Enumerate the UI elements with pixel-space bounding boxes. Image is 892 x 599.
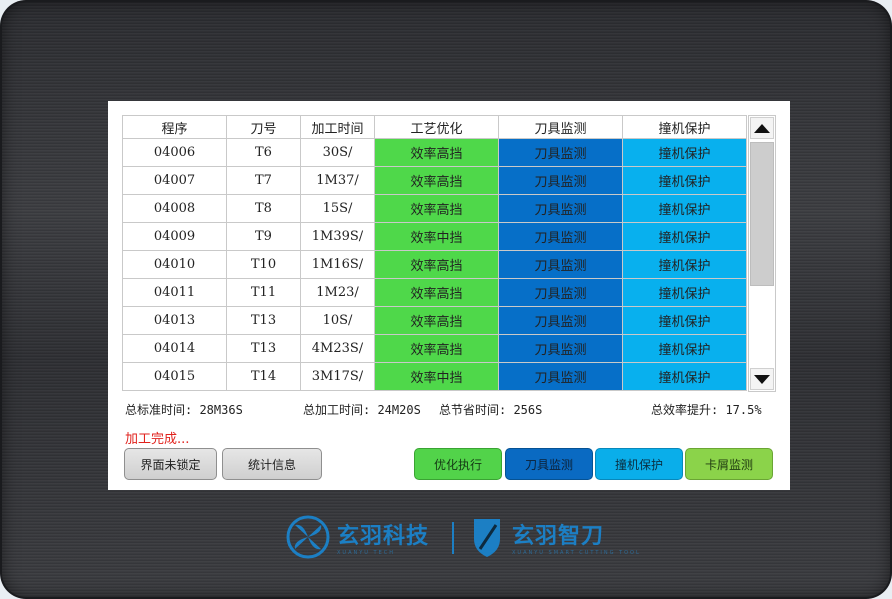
tool-cell: T8 (226, 194, 301, 223)
table-row[interactable]: 04011 T11 1M23/ 效率高挡 刀具监测 撞机保护 (122, 278, 747, 307)
stats-button[interactable]: 统计信息 (222, 448, 322, 480)
time-cell: 10S/ (300, 306, 375, 335)
feather-shield-icon (474, 519, 500, 557)
total-process-time: 总加工时间: 24M20S (303, 403, 421, 417)
table-row[interactable]: 04010 T10 1M16S/ 效率高挡 刀具监测 撞机保护 (122, 250, 747, 279)
optimization-cell[interactable]: 效率中挡 (374, 222, 499, 251)
program-cell: 04011 (122, 278, 227, 307)
header-tool: 刀号 (226, 115, 301, 139)
program-cell: 04015 (122, 362, 227, 391)
time-cell: 30S/ (300, 138, 375, 167)
time-cell: 1M16S/ (300, 250, 375, 279)
optimization-cell[interactable]: 效率高挡 (374, 166, 499, 195)
tool-monitor-cell[interactable]: 刀具监测 (498, 250, 623, 279)
table-scrollbar[interactable] (748, 115, 776, 392)
program-cell: 04014 (122, 334, 227, 363)
collision-cell[interactable]: 撞机保护 (622, 138, 747, 167)
logo-divider (452, 522, 454, 554)
status-text: 加工完成... (125, 432, 190, 447)
tool-cell: T9 (226, 222, 301, 251)
smart-tool-logo: 玄羽智刀 XUANYU SMART CUTTING TOOL (468, 515, 641, 559)
optimization-cell[interactable]: 效率高挡 (374, 250, 499, 279)
logo-right-text: 玄羽智刀 (512, 524, 605, 549)
tool-monitor-cell[interactable]: 刀具监测 (498, 222, 623, 251)
optimization-cell[interactable]: 效率高挡 (374, 306, 499, 335)
tool-monitor-cell[interactable]: 刀具监测 (498, 278, 623, 307)
collision-cell[interactable]: 撞机保护 (622, 278, 747, 307)
time-cell: 1M39S/ (300, 222, 375, 251)
logo-left-text: 玄羽科技 (337, 524, 430, 549)
total-standard-time: 总标准时间: 28M36S (125, 403, 243, 417)
time-cell: 4M23S/ (300, 334, 375, 363)
time-cell: 1M23/ (300, 278, 375, 307)
tool-monitor-cell[interactable]: 刀具监测 (498, 334, 623, 363)
collision-cell[interactable]: 撞机保护 (622, 362, 747, 391)
program-cell: 04013 (122, 306, 227, 335)
collision-cell[interactable]: 撞机保护 (622, 334, 747, 363)
time-cell: 15S/ (300, 194, 375, 223)
table-row[interactable]: 04006 T6 30S/ 效率高挡 刀具监测 撞机保护 (122, 138, 747, 167)
program-cell: 04009 (122, 222, 227, 251)
pinwheel-icon (286, 515, 330, 559)
header-program: 程序 (122, 115, 227, 139)
table-row[interactable]: 04008 T8 15S/ 效率高挡 刀具监测 撞机保护 (122, 194, 747, 223)
tool-monitor-cell[interactable]: 刀具监测 (498, 194, 623, 223)
header-tool-monitor: 刀具监测 (498, 115, 623, 139)
collision-cell[interactable]: 撞机保护 (622, 194, 747, 223)
time-cell: 3M17S/ (300, 362, 375, 391)
collision-cell[interactable]: 撞机保护 (622, 306, 747, 335)
optimization-cell[interactable]: 效率高挡 (374, 334, 499, 363)
tool-cell: T13 (226, 306, 301, 335)
tool-cell: T11 (226, 278, 301, 307)
logo-left-sub: XUANYU TECH (337, 550, 396, 556)
xuanyu-logo: 玄羽科技 XUANYU TECH (285, 515, 429, 559)
tool-cell: T7 (226, 166, 301, 195)
table-row[interactable]: 04014 T13 4M23S/ 效率高挡 刀具监测 撞机保护 (122, 334, 747, 363)
header-collision: 撞机保护 (622, 115, 747, 139)
time-cell: 1M37/ (300, 166, 375, 195)
table-row[interactable]: 04015 T14 3M17S/ 效率中挡 刀具监测 撞机保护 (122, 362, 747, 391)
optimization-cell[interactable]: 效率高挡 (374, 138, 499, 167)
optimize-button[interactable]: 优化执行 (414, 448, 502, 480)
tool-monitor-cell[interactable]: 刀具监测 (498, 362, 623, 391)
collision-protect-button[interactable]: 撞机保护 (595, 448, 683, 480)
optimization-cell[interactable]: 效率高挡 (374, 194, 499, 223)
collision-cell[interactable]: 撞机保护 (622, 166, 747, 195)
header-optimization: 工艺优化 (374, 115, 499, 139)
hmi-screen: 程序 刀号 加工时间 工艺优化 刀具监测 撞机保护 04006 T6 30S/ … (108, 101, 790, 490)
collision-cell[interactable]: 撞机保护 (622, 250, 747, 279)
total-efficiency: 总效率提升: 17.5% (651, 403, 762, 417)
logo-right-sub: XUANYU SMART CUTTING TOOL (512, 550, 641, 556)
collision-cell[interactable]: 撞机保护 (622, 222, 747, 251)
lock-button[interactable]: 界面未锁定 (124, 448, 217, 480)
table-row[interactable]: 04007 T7 1M37/ 效率高挡 刀具监测 撞机保护 (122, 166, 747, 195)
program-cell: 04007 (122, 166, 227, 195)
triangle-up-icon (754, 123, 770, 133)
program-table: 程序 刀号 加工时间 工艺优化 刀具监测 撞机保护 04006 T6 30S/ … (122, 115, 747, 391)
program-cell: 04010 (122, 250, 227, 279)
tool-cell: T10 (226, 250, 301, 279)
tool-cell: T13 (226, 334, 301, 363)
tool-monitor-cell[interactable]: 刀具监测 (498, 306, 623, 335)
chip-monitor-button[interactable]: 卡屑监测 (685, 448, 773, 480)
optimization-cell[interactable]: 效率高挡 (374, 278, 499, 307)
tool-monitor-cell[interactable]: 刀具监测 (498, 166, 623, 195)
triangle-down-icon (754, 374, 770, 384)
table-row[interactable]: 04013 T13 10S/ 效率高挡 刀具监测 撞机保护 (122, 306, 747, 335)
tool-monitor-cell[interactable]: 刀具监测 (498, 138, 623, 167)
scroll-thumb[interactable] (750, 142, 774, 286)
tool-cell: T6 (226, 138, 301, 167)
program-cell: 04006 (122, 138, 227, 167)
total-saved-time: 总节省时间: 256S (439, 403, 543, 417)
table-row[interactable]: 04009 T9 1M39S/ 效率中挡 刀具监测 撞机保护 (122, 222, 747, 251)
scroll-down-button[interactable] (750, 368, 774, 390)
tool-monitor-button[interactable]: 刀具监测 (505, 448, 593, 480)
optimization-cell[interactable]: 效率中挡 (374, 362, 499, 391)
header-time: 加工时间 (300, 115, 375, 139)
table-header-row: 程序 刀号 加工时间 工艺优化 刀具监测 撞机保护 (122, 115, 747, 139)
scroll-up-button[interactable] (750, 117, 774, 139)
program-cell: 04008 (122, 194, 227, 223)
tool-cell: T14 (226, 362, 301, 391)
